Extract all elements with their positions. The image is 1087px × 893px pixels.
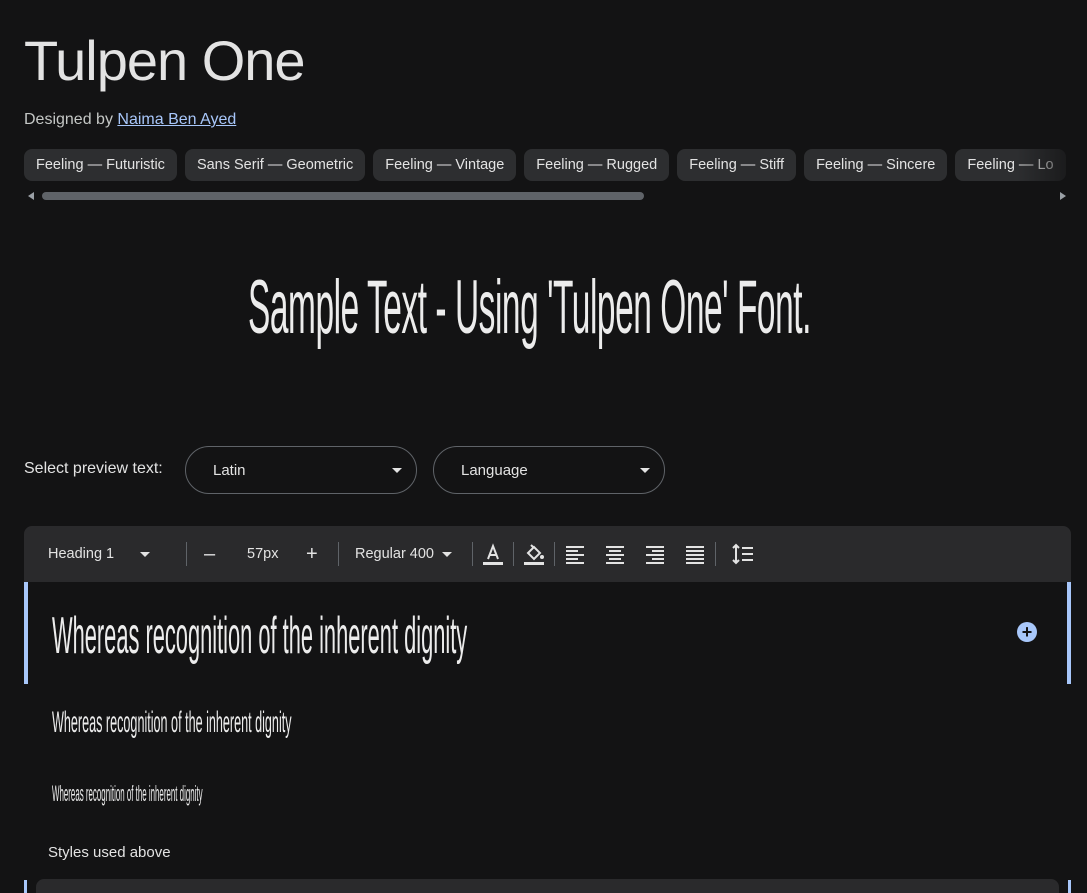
chevron-down-icon: [442, 551, 452, 557]
sample-text-medium[interactable]: Whereas recognition of the inherent dign…: [52, 706, 292, 740]
chevron-down-icon: [140, 551, 151, 557]
hero-sample: Sample Text - Using 'Tulpen One' Font.: [0, 258, 1087, 358]
tag-chip[interactable]: Feeling — Futuristic: [24, 149, 177, 181]
tag-chip[interactable]: Feeling — Vintage: [373, 149, 517, 181]
scrollbar-thumb[interactable]: [42, 192, 644, 200]
sample-text-small[interactable]: Whereas recognition of the inherent dign…: [52, 781, 203, 807]
scroll-right-icon[interactable]: [1060, 192, 1066, 200]
toolbar-divider: [186, 542, 187, 566]
type-tester: Heading 1 – 57px + Regular 400 Whereas r…: [24, 526, 1071, 893]
toolbar-divider: [338, 542, 339, 566]
designer-line: Designed by Naima Ben Ayed: [24, 111, 236, 129]
chevron-down-icon: [392, 468, 402, 473]
tag-list: Feeling — Futuristic Sans Serif — Geometr…: [24, 149, 1087, 181]
fill-color-icon[interactable]: [520, 540, 548, 568]
tag-chip[interactable]: Feeling — Stiff: [677, 149, 797, 181]
weight-select[interactable]: Regular 400: [355, 526, 452, 582]
designer-link[interactable]: Naima Ben Ayed: [117, 111, 236, 128]
font-size-value[interactable]: 57px: [247, 526, 278, 582]
hero-sample-text: Sample Text - Using 'Tulpen One' Font.: [248, 265, 811, 350]
selection-bar-left: [24, 880, 27, 893]
tag-chip[interactable]: Feeling — Rugged: [524, 149, 670, 181]
style-select-value: Heading 1: [48, 546, 115, 562]
sample-row-medium[interactable]: Whereas recognition of the inherent dign…: [52, 706, 622, 740]
tag-chip[interactable]: Feeling — Sincere: [804, 149, 948, 181]
increase-size-button[interactable]: +: [306, 526, 318, 582]
add-style-icon[interactable]: +: [1017, 622, 1037, 642]
sample-row-active[interactable]: Whereas recognition of the inherent dign…: [24, 582, 1071, 684]
styles-used-heading: Styles used above: [48, 844, 171, 861]
language-select[interactable]: Language: [433, 446, 665, 494]
weight-select-value: Regular 400: [355, 546, 434, 562]
decrease-size-button[interactable]: –: [204, 526, 215, 582]
text-color-icon[interactable]: [479, 540, 507, 568]
script-select-value: Latin: [213, 462, 246, 479]
toolbar-divider: [472, 542, 473, 566]
chevron-down-icon: [640, 468, 650, 473]
script-select[interactable]: Latin: [185, 446, 417, 494]
styles-used-panel: [36, 879, 1059, 893]
tags-scrollbar[interactable]: [24, 190, 1070, 202]
toolbar-divider: [715, 542, 716, 566]
tags-fade: [1017, 149, 1087, 181]
toolbar-divider: [513, 542, 514, 566]
toolbar-divider: [554, 542, 555, 566]
tag-chip[interactable]: Sans Serif — Geometric: [184, 149, 366, 181]
scroll-left-icon[interactable]: [28, 192, 34, 200]
align-center-icon[interactable]: [601, 540, 629, 568]
style-select[interactable]: Heading 1: [48, 526, 151, 582]
sample-row-small[interactable]: Whereas recognition of the inherent dign…: [52, 781, 470, 807]
preview-label: Select preview text:: [24, 460, 163, 477]
selection-bar-right: [1068, 880, 1071, 893]
align-right-icon[interactable]: [641, 540, 669, 568]
type-toolbar: Heading 1 – 57px + Regular 400: [24, 526, 1071, 582]
align-left-icon[interactable]: [561, 540, 589, 568]
designed-by-label: Designed by: [24, 111, 113, 128]
font-title: Tulpen One: [24, 29, 306, 92]
sample-text-large[interactable]: Whereas recognition of the inherent dign…: [52, 606, 467, 666]
align-justify-icon[interactable]: [681, 540, 709, 568]
language-select-value: Language: [461, 462, 528, 479]
line-height-icon[interactable]: [729, 540, 757, 568]
